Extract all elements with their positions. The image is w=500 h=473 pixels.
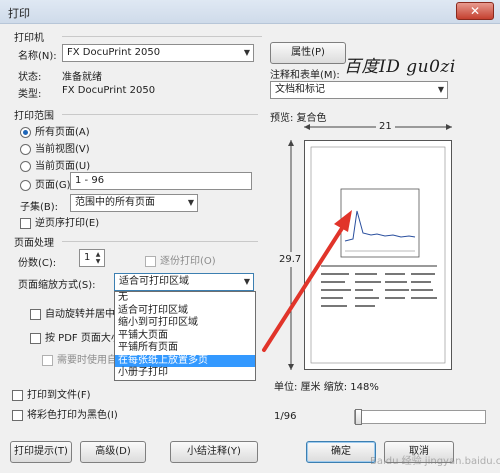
chevron-down-icon: ▼ xyxy=(437,85,444,94)
range-all-radio[interactable]: 所有页面(A) xyxy=(20,123,90,138)
custom-paper-label: 需要时使用自 xyxy=(57,355,117,366)
scaling-label: 页面缩放方式(S): xyxy=(18,280,96,291)
choose-paper-label: 按 PDF 页面大小 xyxy=(45,333,121,344)
scaling-option-selected[interactable]: 在每张纸上放置多页 xyxy=(115,354,255,367)
status-label: 状态: xyxy=(18,72,42,83)
scaling-option[interactable]: 适合可打印区域 xyxy=(115,305,255,318)
collate-checkbox[interactable]: 逐份打印(O) xyxy=(145,252,216,267)
choose-paper-checkbox[interactable]: 按 PDF 页面大小 xyxy=(30,329,121,344)
page-counter: 1/96 xyxy=(274,411,297,422)
checkbox-icon xyxy=(30,332,41,344)
subset-label: 子集(B): xyxy=(20,202,59,213)
divider xyxy=(62,36,262,37)
radio-icon xyxy=(20,143,31,155)
print-black-checkbox[interactable]: 将彩色打印为黑色(I) xyxy=(12,406,118,421)
copies-label: 份数(C): xyxy=(18,258,57,269)
checkbox-icon xyxy=(12,389,23,401)
printer-section-title: 打印机 xyxy=(14,33,44,44)
printer-name-select[interactable]: FX DocuPrint 2050 ▼ xyxy=(62,44,254,62)
checkbox-icon xyxy=(145,255,156,267)
checkbox-icon xyxy=(12,409,23,421)
ok-button[interactable]: 确定 xyxy=(306,441,376,463)
print-to-file-label: 打印到文件(F) xyxy=(27,390,91,401)
range-current-label: 当前页面(U) xyxy=(35,161,91,172)
print-black-label: 将彩色打印为黑色(I) xyxy=(27,410,118,421)
printer-name-value: FX DocuPrint 2050 xyxy=(67,47,161,58)
scaling-option[interactable]: 缩小到可打印区域 xyxy=(115,317,255,330)
print-to-file-checkbox[interactable]: 打印到文件(F) xyxy=(12,386,91,401)
collate-label: 逐份打印(O) xyxy=(160,256,216,267)
footer-watermark: Baidu 经验 jingyan.baidu.com xyxy=(370,456,500,467)
range-current-radio[interactable]: 当前页面(U) xyxy=(20,157,90,172)
type-label: 类型: xyxy=(18,89,42,100)
chevron-down-icon: ▼ xyxy=(187,198,194,207)
auto-rotate-label: 自动旋转并居中 xyxy=(45,309,115,320)
annotations-value: 文档和标记 xyxy=(275,84,325,95)
custom-paper-checkbox[interactable]: 需要时使用自 xyxy=(42,351,117,366)
chevron-down-icon: ▼ xyxy=(243,48,250,57)
window-title: 打印 xyxy=(8,7,30,20)
scaling-option[interactable]: 无 xyxy=(115,292,255,305)
title-bar: 打印 ✕ xyxy=(0,0,500,24)
checkbox-icon xyxy=(30,308,41,320)
copies-value: 1 xyxy=(84,252,91,263)
red-arrow-annotation xyxy=(262,210,352,352)
checkbox-icon xyxy=(42,354,53,366)
reverse-order-checkbox[interactable]: 逆页序打印(E) xyxy=(20,214,99,229)
type-value: FX DocuPrint 2050 xyxy=(62,85,156,96)
checkbox-icon xyxy=(20,217,31,229)
range-section-title: 打印范围 xyxy=(14,111,54,122)
radio-icon xyxy=(20,160,31,172)
scaling-value: 适合可打印区域 xyxy=(119,276,189,287)
scaling-option[interactable]: 平铺所有页面 xyxy=(115,342,255,355)
range-view-radio[interactable]: 当前视图(V) xyxy=(20,140,90,155)
close-button[interactable]: ✕ xyxy=(456,2,494,20)
reverse-order-label: 逆页序打印(E) xyxy=(35,218,100,229)
divider xyxy=(62,241,258,242)
scaling-select[interactable]: 适合可打印区域 ▼ xyxy=(114,273,254,291)
range-all-label: 所有页面(A) xyxy=(35,127,90,138)
annotations-select[interactable]: 文档和标记 ▼ xyxy=(270,81,448,99)
range-pages-label: 页面(G) xyxy=(35,180,71,191)
subset-value: 范围中的所有页面 xyxy=(75,197,155,208)
annotations-label: 注释和表单(M): xyxy=(270,70,340,81)
scaling-option[interactable]: 平铺大页面 xyxy=(115,330,255,343)
page-slider[interactable] xyxy=(354,409,486,425)
scaling-option[interactable]: 小册子打印 xyxy=(115,367,255,380)
summarize-comments-button[interactable]: 小结注释(Y) xyxy=(170,441,258,463)
copies-stepper[interactable]: 1 ▲ ▼ xyxy=(79,249,105,267)
preview-width-label: 21 xyxy=(376,121,395,132)
scaling-dropdown-list[interactable]: 无 适合可打印区域 缩小到可打印区域 平铺大页面 平铺所有页面 在每张纸上放置多… xyxy=(114,291,256,381)
divider xyxy=(62,114,258,115)
range-view-label: 当前视图(V) xyxy=(35,144,90,155)
units-zoom-label: 单位: 厘米 缩放: 148% xyxy=(274,382,379,393)
radio-icon xyxy=(20,126,31,138)
pages-input[interactable]: 1 - 96 xyxy=(70,172,252,190)
spinner-arrows-icon[interactable]: ▲ ▼ xyxy=(93,251,103,265)
range-pages-radio[interactable]: 页面(G) xyxy=(20,176,71,191)
slider-thumb[interactable] xyxy=(355,409,362,425)
print-tips-button[interactable]: 打印提示(T) xyxy=(10,441,72,463)
watermark-text: 百度ID gu0zi xyxy=(344,57,456,77)
properties-button[interactable]: 属性(P) xyxy=(270,42,346,64)
subset-select[interactable]: 范围中的所有页面 ▼ xyxy=(70,194,198,212)
printer-name-label: 名称(N): xyxy=(18,51,57,62)
handling-section-title: 页面处理 xyxy=(14,238,54,249)
advanced-button[interactable]: 高级(D) xyxy=(80,441,146,463)
status-value: 准备就绪 xyxy=(62,72,102,83)
auto-rotate-checkbox[interactable]: 自动旋转并居中 xyxy=(30,305,115,320)
radio-icon xyxy=(20,179,31,191)
